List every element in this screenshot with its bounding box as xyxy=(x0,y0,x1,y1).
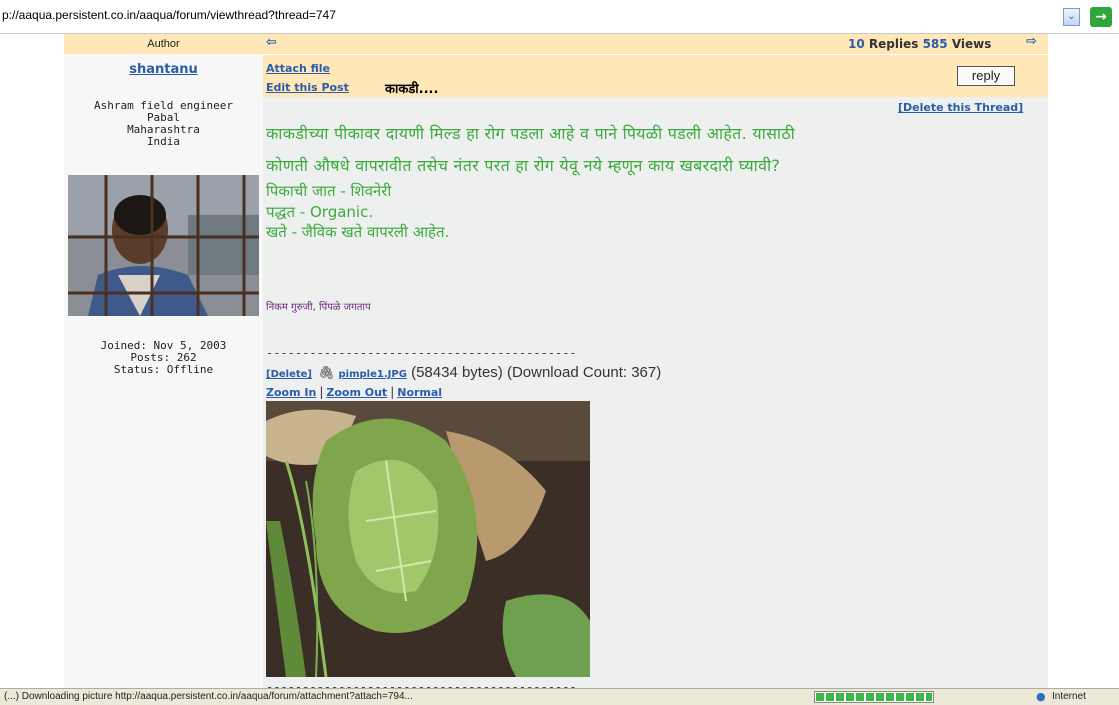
replies-label: Replies xyxy=(868,37,919,51)
go-button[interactable]: → xyxy=(1090,7,1112,27)
reply-button[interactable]: reply xyxy=(957,66,1015,86)
progress-bar xyxy=(814,691,934,703)
post-text-line: काकडीच्या पीकावर दायणी मिल्ड हा रोग पडला… xyxy=(266,124,796,143)
progress-fill xyxy=(816,693,932,701)
post-title: काकडी.... xyxy=(385,82,439,97)
status-text: (...) Downloading picture http://aaqua.p… xyxy=(4,691,413,702)
prev-thread-icon[interactable]: ⇦ xyxy=(266,35,277,50)
post-text-line: खते - जैविक खते वापरली आहेत. xyxy=(266,223,450,241)
author-header: Author xyxy=(64,34,263,54)
edit-post-link[interactable]: Edit this Post xyxy=(266,81,349,94)
url-text[interactable]: p://aaqua.persistent.co.in/aaqua/forum/v… xyxy=(2,8,336,22)
attachment-image[interactable] xyxy=(266,401,590,677)
attachment-details: (58434 bytes) (Download Count: 367) xyxy=(411,364,662,381)
browser-window: p://aaqua.persistent.co.in/aaqua/forum/v… xyxy=(0,0,1119,705)
post-text-line: पद्धत - Organic. xyxy=(266,203,374,221)
author-info: Ashram field engineer Pabal Maharashtra … xyxy=(64,100,263,148)
avatar-photo xyxy=(68,175,259,316)
post-action-row xyxy=(263,55,1048,97)
replies-count: 10 xyxy=(848,37,865,51)
security-zone: Internet xyxy=(1052,691,1086,702)
author-stats: Joined: Nov 5, 2003 Posts: 262 Status: O… xyxy=(64,340,263,376)
paperclip-icon: 🖇 xyxy=(318,365,335,380)
chevron-down-icon[interactable]: ⌄ xyxy=(1063,8,1080,26)
globe-icon: ● xyxy=(1036,690,1046,703)
views-count: 585 xyxy=(922,37,948,51)
zoom-in-link[interactable]: Zoom In xyxy=(266,386,316,399)
divider: | xyxy=(390,385,395,399)
leaf-photo xyxy=(266,401,590,677)
delete-thread-link[interactable]: [Delete this Thread] xyxy=(898,101,1023,114)
attachment-filename-link[interactable]: pimple1.JPG xyxy=(339,369,407,380)
address-bar[interactable]: p://aaqua.persistent.co.in/aaqua/forum/v… xyxy=(0,0,1119,34)
normal-size-link[interactable]: Normal xyxy=(397,386,442,399)
divider: | xyxy=(319,385,324,399)
author-country: India xyxy=(146,135,181,148)
attachment-separator: ----------------------------------------… xyxy=(266,346,577,360)
zoom-controls: Zoom In | Zoom Out | Normal xyxy=(266,385,442,399)
views-label: Views xyxy=(951,37,992,51)
avatar xyxy=(68,175,259,316)
status-bar: (...) Downloading picture http://aaqua.p… xyxy=(0,688,1119,705)
attach-file-link[interactable]: Attach file xyxy=(266,62,330,75)
attachment-row: [Delete] 🖇 pimple1.JPG (58434 bytes) (Down… xyxy=(266,364,661,381)
online-status: Status: Offline xyxy=(113,363,214,376)
delete-attachment-link[interactable]: [Delete] xyxy=(266,369,312,380)
post-text-line: पिकाची जात - शिवनेरी xyxy=(266,182,392,200)
zoom-out-link[interactable]: Zoom Out xyxy=(326,386,387,399)
next-thread-icon[interactable]: ⇨ xyxy=(1026,34,1037,49)
post-text-line: कोणती औषधे वापरावीत तसेच नंतर परत हा रोग… xyxy=(266,156,781,175)
author-name-link[interactable]: shantanu xyxy=(64,62,263,77)
post-signature: निकम गुरुजी, पिंपळे जगताप xyxy=(266,302,371,313)
thread-stats: 10 Replies 585 Views xyxy=(848,37,991,51)
